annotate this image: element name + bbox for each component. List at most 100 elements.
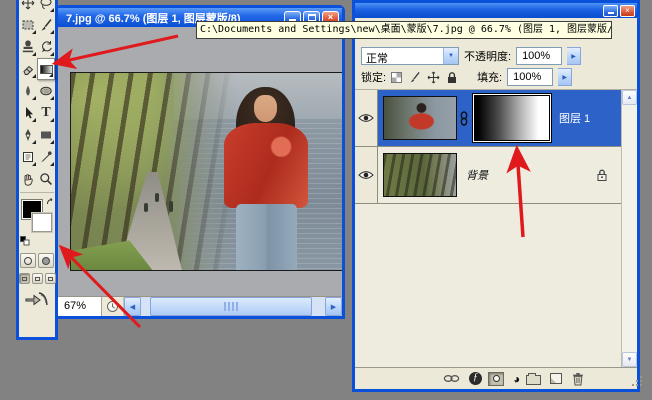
mask-link-icon[interactable] [457,111,471,126]
lock-transparency-icon[interactable] [391,72,402,83]
gradient-tool[interactable] [37,58,55,80]
horizontal-scrollbar[interactable]: ◀ ▶ [124,297,342,316]
scroll-down-icon[interactable]: ▼ [622,352,637,367]
opacity-field[interactable]: 100% [516,47,562,65]
blend-mode-select[interactable]: 正常 ▼ [361,47,459,65]
note-icon [21,150,35,164]
desktop: { "image_window": { "title": "7.jpg @ 66… [0,0,652,400]
hand-tool[interactable] [19,168,37,190]
imageready-icon [25,291,49,307]
type-tool[interactable]: T [37,102,55,124]
pen-nib-icon [21,128,35,142]
image-window-statusbar: 67% ◀ ▶ [58,296,342,316]
pen-tool[interactable] [19,124,37,146]
jump-to-imageready-button[interactable] [25,291,49,307]
fill-slider-icon[interactable]: ▶ [558,68,572,86]
quick-mask-icon [42,257,50,265]
shape-tool[interactable] [37,124,55,146]
scroll-up-icon[interactable]: ▲ [622,90,637,105]
scroll-right-icon[interactable]: ▶ [325,297,342,316]
layers-palette-footer: ƒ ▾ ◑ ▾ [355,367,637,389]
clone-stamp-tool[interactable] [19,36,37,58]
history-brush-tool[interactable] [37,36,55,58]
layer-lock-icon [596,168,608,182]
photo-woman-jeans [236,204,297,270]
sponge-icon [39,84,53,98]
visibility-toggle[interactable] [355,90,378,146]
water-drop-icon [21,84,35,98]
background-color-swatch[interactable] [32,213,52,232]
default-colors-icon[interactable] [20,236,30,246]
layer-name[interactable]: 图层 1 [559,110,590,126]
eyedropper-icon [39,150,53,164]
layer-mask-thumbnail[interactable] [474,95,550,141]
notes-tool[interactable] [19,146,37,168]
layer-name[interactable]: 背景 [466,167,488,183]
opacity-label: 不透明度: [464,48,511,64]
layers-palette-titlebar[interactable]: × [355,3,637,18]
horizontal-scroll-track[interactable] [141,297,325,316]
background-thumbnail[interactable] [383,153,457,197]
link-layers-icon[interactable] [443,373,460,384]
layer-row-layer1[interactable]: 图层 1 [355,90,621,147]
gradient-icon [40,65,53,74]
blend-mode-value: 正常 [362,48,443,64]
layer1-thumbnail[interactable] [383,96,457,140]
quick-mask-mode-button[interactable] [38,253,54,268]
zoom-percent-field[interactable]: 67% [58,297,102,316]
caret-icon: ▾ [514,378,517,385]
adjustment-layer-button[interactable]: ◑ ▾ [513,373,517,385]
eye-icon [358,113,374,123]
standard-mode-button[interactable] [20,253,36,268]
zoom-tool[interactable] [37,168,55,190]
chevron-down-icon[interactable]: ▼ [443,48,458,64]
swap-colors-icon[interactable] [46,198,55,207]
add-mask-icon [493,375,500,382]
path-tooltip: C:\Documents and Settings\new\桌面\蒙版\7.jp… [196,21,612,39]
move-tool[interactable] [19,0,37,14]
scroll-track[interactable] [622,105,637,352]
visibility-toggle[interactable] [355,147,378,203]
layer-row-background[interactable]: 背景 [355,147,621,204]
lock-row: 锁定: 填充: 100% ▶ [355,67,637,87]
layers-palette: × 正常 ▼ 不透明度: 100% ▶ 锁定: 填充: 100% ▶ [352,0,640,392]
scroll-left-icon[interactable]: ◀ [124,297,141,316]
patch-tool[interactable] [19,14,37,36]
clone-stamp-icon [21,40,35,54]
photo[interactable] [70,72,342,271]
delete-layer-button[interactable] [571,372,585,386]
add-layer-mask-button[interactable] [488,372,504,386]
fullscreen-menubar-button[interactable] [32,273,43,284]
lock-buttons [391,71,458,84]
eye-icon [358,170,374,180]
new-group-button[interactable] [526,375,541,385]
resize-grip[interactable] [632,384,634,386]
color-swatches [19,198,55,248]
fullscreen-button[interactable] [45,273,56,284]
layers-scrollbar[interactable]: ▲ ▼ [621,90,637,367]
opacity-slider-icon[interactable]: ▶ [567,47,581,65]
eraser-tool[interactable] [19,58,37,80]
path-select-tool[interactable] [19,102,37,124]
lock-pixels-icon[interactable] [408,71,421,84]
status-flyout-button[interactable] [102,297,124,316]
brush-tool[interactable] [37,14,55,36]
palette-minimize-button[interactable] [603,5,618,17]
horizontal-scroll-thumb[interactable] [150,297,312,316]
image-document-window: 7.jpg @ 66.7% (图层 1, 图层蒙版/8) × 67% [55,5,345,319]
lock-all-icon[interactable] [446,71,458,84]
lock-position-icon[interactable] [427,71,440,84]
palette-close-button[interactable]: × [620,5,635,17]
new-layer-button[interactable] [550,373,562,384]
lasso-tool[interactable] [37,0,55,14]
move-icon [21,0,35,10]
blur-tool[interactable] [19,80,37,102]
fill-field[interactable]: 100% [507,68,553,86]
caret-icon: ▾ [476,378,479,385]
dodge-tool[interactable] [37,80,55,102]
layer-style-button[interactable]: ƒ ▾ [469,372,479,385]
standard-screen-button[interactable] [19,273,30,284]
magnifier-icon [39,172,53,186]
photo-person [144,203,148,212]
eyedropper-tool[interactable] [37,146,55,168]
